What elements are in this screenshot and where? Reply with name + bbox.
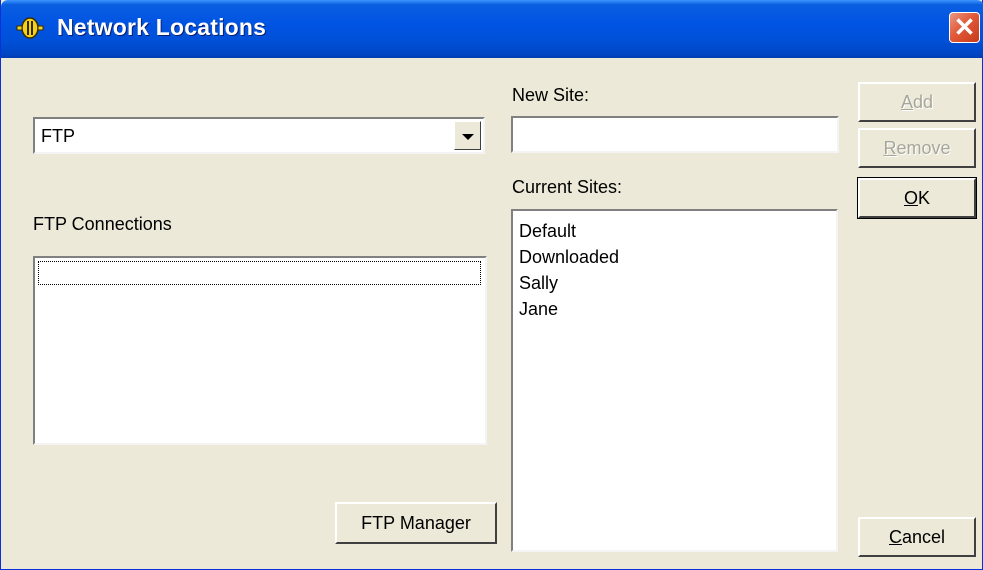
add-button-label: dd [912, 92, 934, 112]
remove-button-label: emove [896, 138, 951, 158]
protocol-select-value: FTP [41, 126, 75, 146]
list-item[interactable]: Downloaded [519, 244, 830, 270]
new-site-label: New Site: [512, 85, 590, 105]
ok-button-mnemonic: O [903, 188, 918, 208]
current-sites-list[interactable]: Default Downloaded Sally Jane [511, 209, 838, 552]
cancel-button-mnemonic: C [888, 527, 902, 547]
list-item[interactable]: Jane [519, 296, 830, 322]
ok-button[interactable]: OK [857, 177, 977, 219]
ftp-connections-label: FTP Connections [33, 214, 172, 234]
network-locations-dialog: Network Locations ✕ FTP FTP Connections … [0, 0, 983, 570]
ok-button-label: K [918, 188, 931, 208]
current-sites-label: Current Sites: [512, 177, 623, 197]
ftp-connections-list[interactable] [33, 256, 487, 445]
close-icon: ✕ [953, 12, 976, 42]
network-locations-app-icon [15, 15, 45, 41]
close-button[interactable]: ✕ [949, 12, 980, 43]
new-site-input[interactable] [511, 116, 839, 153]
add-button[interactable]: Add [858, 82, 976, 122]
protocol-select[interactable]: FTP [33, 117, 485, 154]
cancel-button-label: ancel [901, 527, 946, 547]
list-item[interactable]: Sally [519, 270, 830, 296]
remove-button[interactable]: Remove [858, 128, 976, 168]
list-item[interactable]: Default [519, 218, 830, 244]
chevron-down-icon[interactable] [454, 121, 481, 150]
ftp-manager-button[interactable]: FTP Manager [335, 502, 497, 544]
title-bar[interactable]: Network Locations ✕ [1, 0, 983, 58]
list-item-focus[interactable] [38, 261, 481, 285]
add-button-mnemonic: A [900, 92, 913, 112]
remove-button-mnemonic: R [883, 138, 897, 158]
window-title: Network Locations [57, 14, 267, 40]
cancel-button[interactable]: Cancel [858, 517, 976, 557]
